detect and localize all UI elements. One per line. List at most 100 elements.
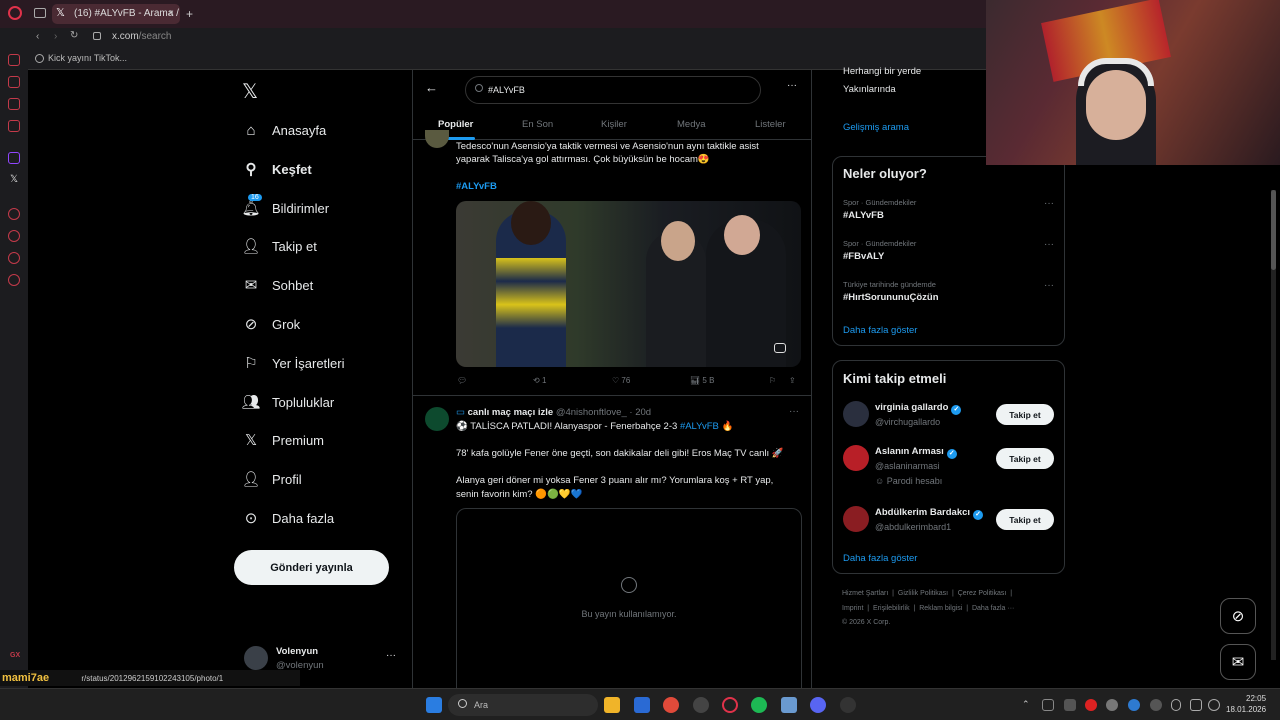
more-icon[interactable]: ··· (1044, 239, 1054, 250)
avatar[interactable] (843, 506, 869, 532)
tray-chevron-icon[interactable]: ⌃ (1022, 699, 1030, 710)
nav-profile[interactable]: 👤︎ Profil (241, 464, 301, 494)
lock-icon[interactable] (93, 32, 101, 40)
nav-chat[interactable]: ✉ Sohbet (242, 270, 314, 300)
video-unavailable[interactable]: Bu yayın kullanılamıyor. (456, 508, 802, 690)
like-icon[interactable]: ♡ 76 (612, 376, 630, 385)
tray-icon[interactable] (1106, 699, 1118, 711)
avatar[interactable] (843, 445, 869, 471)
nav-communities[interactable]: 👥︎ Topluluklar (241, 387, 334, 417)
hashtag-link[interactable]: #ALYvFB (456, 180, 497, 194)
record-icon[interactable] (1085, 699, 1097, 711)
footer-link[interactable]: Hizmet Şartları (842, 590, 888, 597)
tab-people[interactable]: Kişiler (601, 119, 627, 130)
avatar[interactable] (425, 130, 449, 148)
footer-link[interactable]: Reklam bilgisi (919, 605, 962, 612)
share-icon[interactable]: ⇪ (789, 376, 796, 385)
bookmark-item[interactable]: Kick yayını TikTok... (48, 53, 127, 63)
location-option-nearby[interactable]: Yakınlarında (843, 84, 896, 95)
chrome-icon[interactable] (663, 697, 679, 713)
tab-popular[interactable]: Popüler (438, 119, 473, 130)
opera-gx-icon[interactable] (722, 697, 738, 713)
avatar[interactable] (843, 401, 869, 427)
author-handle[interactable]: @4nishonftlove_ (556, 407, 627, 418)
sidebar-ext-icon[interactable] (8, 76, 20, 88)
advanced-search-link[interactable]: Gelişmiş arama (843, 122, 909, 133)
sidebar-player-icon[interactable] (8, 208, 20, 220)
messages-fab-icon[interactable]: ✉ (1220, 644, 1256, 680)
forward-icon[interactable]: › (54, 31, 57, 42)
x-logo-icon[interactable]: 𝕏 (242, 79, 258, 104)
back-icon[interactable]: ‹ (36, 31, 39, 42)
scrollbar-thumb[interactable] (1271, 190, 1276, 270)
follow-button[interactable]: Takip et (996, 448, 1054, 469)
retweet-icon[interactable]: ⟲ 1 (533, 376, 546, 385)
gif-icon[interactable] (774, 343, 786, 353)
avatar[interactable] (425, 407, 449, 431)
gx-icon[interactable]: GX (10, 652, 20, 659)
nav-notifications[interactable]: 🔔︎ 16 Bildirimler (241, 193, 329, 223)
taskbar-search[interactable]: Ara (448, 694, 598, 716)
new-tab-button[interactable]: + (186, 7, 193, 21)
settings-icon[interactable] (8, 274, 20, 286)
tray-icon[interactable] (1064, 699, 1076, 711)
suggested-name[interactable]: Aslanın Arması ✓ (875, 446, 957, 459)
more-icon[interactable]: ··· (1044, 198, 1054, 209)
store-icon[interactable] (634, 697, 650, 713)
search-input[interactable]: #ALYvFB (465, 76, 761, 104)
sidebar-x-icon[interactable]: 𝕏 (10, 174, 18, 185)
sidebar-ext2-icon[interactable] (8, 98, 20, 110)
footer-link[interactable]: Çerez Politikası (958, 590, 1007, 597)
microphone-icon[interactable] (1171, 699, 1181, 711)
tab-lists[interactable]: Listeler (755, 119, 786, 130)
app2-icon[interactable] (840, 697, 856, 713)
footer-link[interactable]: Daha fazla ··· (972, 605, 1014, 612)
windows-start-icon[interactable] (426, 697, 442, 713)
tray-icon[interactable] (1128, 699, 1140, 711)
nav-premium[interactable]: 𝕏 Premium (242, 425, 324, 455)
discord-icon[interactable] (810, 697, 826, 713)
more-icon[interactable]: ··· (789, 406, 799, 417)
show-more-link[interactable]: Daha fazla göster (843, 325, 917, 336)
steam-icon[interactable] (693, 697, 709, 713)
nav-explore[interactable]: ⚲ Keşfet (242, 154, 312, 184)
sidebar-speed-icon[interactable] (8, 54, 20, 66)
grok-fab-icon[interactable]: ⊘ (1220, 598, 1256, 634)
tray-icon[interactable] (1150, 699, 1162, 711)
nav-more[interactable]: ⊙ Daha fazla (242, 503, 334, 533)
trend-name[interactable]: #ALYvFB (843, 210, 884, 221)
follow-button[interactable]: Takip et (996, 404, 1054, 425)
reload-icon[interactable]: ↻ (70, 30, 78, 41)
more-icon[interactable]: ··· (386, 650, 396, 661)
show-more-link[interactable]: Daha fazla göster (843, 553, 917, 564)
suggested-name[interactable]: virginia gallardo ✓ (875, 402, 962, 415)
tab-list-icon[interactable] (34, 8, 46, 18)
follow-button[interactable]: Takip et (996, 509, 1054, 530)
suggested-name[interactable]: Abdülkerim Bardakcı ✓ (875, 507, 984, 520)
tweet-time[interactable]: 20d (635, 407, 651, 418)
sidebar-ext4-icon[interactable] (8, 252, 20, 264)
url-field[interactable]: x.com/search (112, 31, 171, 42)
tray-icon[interactable] (1042, 699, 1054, 711)
browser-tab[interactable]: (16) #ALYvFB - Arama / X × (52, 4, 180, 39)
bookmark-icon[interactable]: ⚐ (769, 376, 776, 385)
footer-link[interactable]: Gizlilik Politikası (898, 590, 948, 597)
views-icon[interactable]: 📊︎ 5 B (690, 376, 714, 385)
trend-name[interactable]: #HırtSorununuÇözün (843, 292, 939, 303)
trend-name[interactable]: #FBvALY (843, 251, 884, 262)
location-option-anywhere[interactable]: Herhangi bir yerde (843, 66, 921, 77)
post-button[interactable]: Gönderi yayınla (234, 550, 389, 585)
more-icon[interactable]: ··· (787, 80, 797, 91)
opera-logo-icon[interactable] (8, 6, 22, 20)
tab-close-icon[interactable]: × (168, 4, 174, 24)
network-icon[interactable] (1190, 699, 1202, 711)
twitch-icon[interactable] (8, 152, 20, 164)
tab-latest[interactable]: En Son (522, 119, 553, 130)
tweet-photo[interactable] (456, 201, 801, 367)
nav-home[interactable]: ⌂ Anasayfa (242, 115, 326, 145)
system-clock[interactable]: 22:05 18.01.2026 (1226, 693, 1266, 715)
file-explorer-icon[interactable] (604, 697, 620, 713)
nav-bookmarks[interactable]: ⚐ Yer İşaretleri (242, 348, 344, 378)
sidebar-ext3-icon[interactable] (8, 120, 20, 132)
history-icon[interactable] (8, 230, 20, 242)
